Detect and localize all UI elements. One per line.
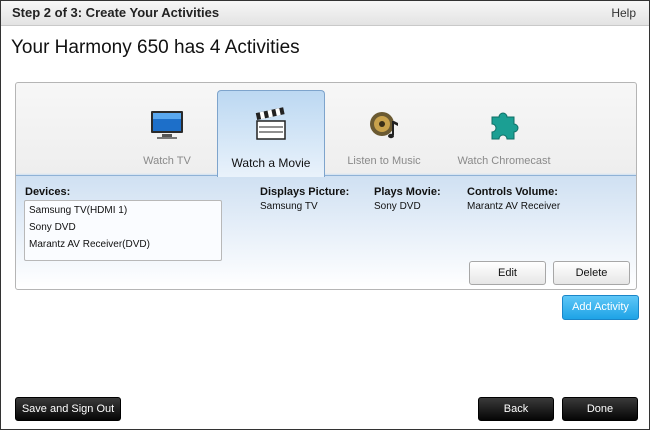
displays-picture-value: Samsung TV xyxy=(260,201,318,212)
list-item: Sony DVD xyxy=(29,222,76,233)
devices-list: Samsung TV(HDMI 1) Sony DVD Marantz AV R… xyxy=(24,200,222,261)
step-title: Step 2 of 3: Create Your Activities xyxy=(12,5,220,20)
displays-picture-column: Displays Picture: Samsung TV xyxy=(260,186,349,212)
tab-listen-to-music[interactable]: Listen to Music xyxy=(331,91,437,175)
list-item: Samsung TV(HDMI 1) xyxy=(29,205,128,216)
delete-button[interactable]: Delete xyxy=(553,261,630,285)
controls-volume-value: Marantz AV Receiver xyxy=(467,201,561,212)
tab-label: Watch Chromecast xyxy=(457,155,551,167)
page-title: Your Harmony 650 has 4 Activities xyxy=(11,37,300,58)
tab-label: Listen to Music xyxy=(347,155,421,167)
plays-movie-column: Plays Movie: Sony DVD xyxy=(374,186,441,212)
tab-watch-chromecast[interactable]: Watch Chromecast xyxy=(444,91,564,175)
help-link[interactable]: Help xyxy=(611,6,636,20)
add-activity-button[interactable]: Add Activity xyxy=(562,295,639,320)
puzzle-piece-icon xyxy=(491,112,519,140)
tab-watch-a-movie[interactable]: Watch a Movie xyxy=(217,90,325,177)
clapperboard-icon xyxy=(255,107,286,140)
list-item: Marantz AV Receiver(DVD) xyxy=(29,239,150,250)
tab-label: Watch a Movie xyxy=(231,156,311,170)
activity-panel: Watch TV Watch a Movie Listen to Music W… xyxy=(15,82,637,290)
tv-icon xyxy=(151,111,183,139)
back-button[interactable]: Back xyxy=(478,397,554,421)
displays-picture-label: Displays Picture: xyxy=(260,186,350,198)
plays-movie-label: Plays Movie: xyxy=(374,186,441,198)
speaker-music-icon xyxy=(370,112,398,139)
plays-movie-value: Sony DVD xyxy=(374,201,421,212)
devices-label: Devices: xyxy=(25,186,71,198)
activity-tabs: Watch TV Watch a Movie Listen to Music W… xyxy=(16,83,636,177)
controls-volume-label: Controls Volume: xyxy=(467,186,558,198)
tab-watch-tv[interactable]: Watch TV xyxy=(114,91,220,175)
header-bar: Step 2 of 3: Create Your Activities Help xyxy=(1,1,649,26)
controls-volume-column: Controls Volume: Marantz AV Receiver xyxy=(467,186,560,212)
app-window: Step 2 of 3: Create Your Activities Help… xyxy=(0,0,650,430)
done-button[interactable]: Done xyxy=(562,397,638,421)
save-and-sign-out-button[interactable]: Save and Sign Out xyxy=(15,397,121,421)
edit-button[interactable]: Edit xyxy=(469,261,546,285)
tab-label: Watch TV xyxy=(143,155,191,167)
